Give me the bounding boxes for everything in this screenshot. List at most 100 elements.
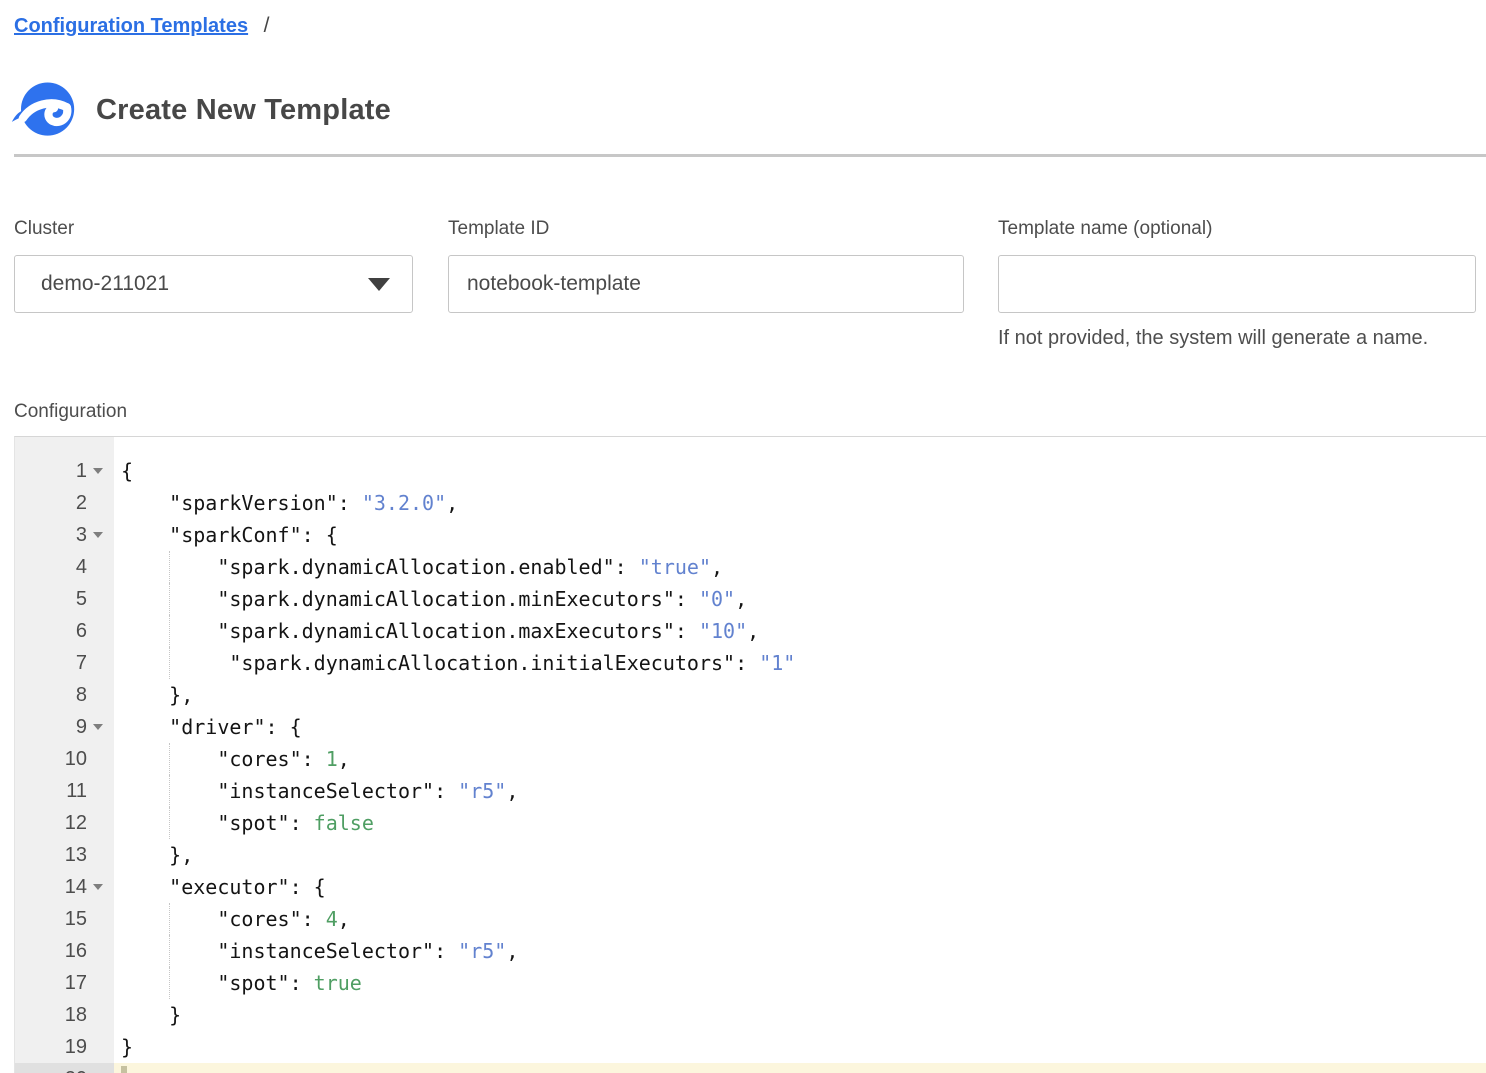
indent-guide xyxy=(169,743,170,775)
fold-arrow-icon[interactable] xyxy=(93,724,103,730)
code-token: "driver": { xyxy=(121,715,302,739)
fold-slot xyxy=(90,943,106,959)
text-cursor xyxy=(121,1066,127,1073)
line-number: 11 xyxy=(66,780,87,803)
fold-slot xyxy=(90,911,106,927)
gutter-line-number: 7 xyxy=(15,647,114,679)
gutter-line-number: 2 xyxy=(15,487,114,519)
code-line[interactable]: } xyxy=(114,999,1486,1031)
code-line[interactable] xyxy=(114,1063,1486,1073)
code-token: , xyxy=(338,747,350,771)
code-token: "sparkConf": { xyxy=(121,523,338,547)
code-token: "spark.dynamicAllocation.minExecutors": xyxy=(121,587,699,611)
indent-guide xyxy=(169,583,170,615)
code-token: }, xyxy=(121,843,193,867)
code-line[interactable]: }, xyxy=(114,839,1486,871)
code-line[interactable]: "spark.dynamicAllocation.minExecutors": … xyxy=(114,583,1486,615)
gutter-line-number: 6 xyxy=(15,615,114,647)
template-name-input[interactable] xyxy=(998,255,1476,313)
create-template-page: Configuration Templates / Create New Tem… xyxy=(0,0,1486,1073)
cluster-select[interactable]: demo-211021 xyxy=(14,255,413,313)
fold-arrow-icon[interactable] xyxy=(93,532,103,538)
json-code-editor[interactable]: 1234567891011121314151617181920 { "spark… xyxy=(14,436,1486,1073)
code-token: , xyxy=(446,491,458,515)
fold-slot xyxy=(90,623,106,639)
editor-gutter: 1234567891011121314151617181920 xyxy=(15,437,114,1073)
dropdown-arrow-icon xyxy=(368,278,390,291)
breadcrumb-link-configuration-templates[interactable]: Configuration Templates xyxy=(14,15,248,37)
code-line[interactable]: "cores": 1, xyxy=(114,743,1486,775)
code-line[interactable]: { xyxy=(114,455,1486,487)
code-line[interactable]: } xyxy=(114,1031,1486,1063)
indent-guide xyxy=(169,647,170,679)
line-number: 18 xyxy=(65,1004,87,1027)
code-line[interactable]: "spark.dynamicAllocation.initialExecutor… xyxy=(114,647,1486,679)
fold-slot xyxy=(90,1039,106,1055)
code-line[interactable]: "instanceSelector": "r5", xyxy=(114,935,1486,967)
gutter-line-number: 9 xyxy=(15,711,114,743)
editor-code-area[interactable]: { "sparkVersion": "3.2.0", "sparkConf": … xyxy=(114,437,1486,1073)
code-token: "spark.dynamicAllocation.maxExecutors": xyxy=(121,619,699,643)
gutter-line-number: 13 xyxy=(15,839,114,871)
gutter-line-number: 18 xyxy=(15,999,114,1031)
fold-arrow-icon[interactable] xyxy=(93,468,103,474)
gutter-line-number: 17 xyxy=(15,967,114,999)
fold-slot xyxy=(90,879,106,895)
code-line[interactable]: "spot": false xyxy=(114,807,1486,839)
page-title: Create New Template xyxy=(96,94,391,127)
fold-slot xyxy=(90,975,106,991)
code-token: "r5" xyxy=(458,939,506,963)
indent-guide xyxy=(169,775,170,807)
indent-guide xyxy=(169,935,170,967)
gutter-line-number: 10 xyxy=(15,743,114,775)
code-token: }, xyxy=(121,683,193,707)
gutter-line-number: 16 xyxy=(15,935,114,967)
fold-slot xyxy=(90,495,106,511)
code-token: true xyxy=(314,971,362,995)
code-token: "cores": xyxy=(121,747,326,771)
code-token: "3.2.0" xyxy=(362,491,446,515)
code-line[interactable]: "spark.dynamicAllocation.maxExecutors": … xyxy=(114,615,1486,647)
code-token: "instanceSelector": xyxy=(121,779,458,803)
code-line[interactable]: "sparkVersion": "3.2.0", xyxy=(114,487,1486,519)
code-line[interactable]: "cores": 4, xyxy=(114,903,1486,935)
code-token: "spot": xyxy=(121,971,314,995)
code-line[interactable]: "driver": { xyxy=(114,711,1486,743)
template-id-input[interactable] xyxy=(448,255,964,313)
cluster-field: Cluster demo-211021 xyxy=(14,218,413,313)
fold-arrow-icon[interactable] xyxy=(93,884,103,890)
code-token: "executor": { xyxy=(121,875,326,899)
code-token: "instanceSelector": xyxy=(121,939,458,963)
code-line[interactable]: "instanceSelector": "r5", xyxy=(114,775,1486,807)
code-token: { xyxy=(121,459,133,483)
gutter-line-number: 14 xyxy=(15,871,114,903)
code-token: "cores": xyxy=(121,907,326,931)
line-number: 17 xyxy=(65,972,87,995)
code-token: "spot": xyxy=(121,811,314,835)
code-token: , xyxy=(338,907,350,931)
line-number: 9 xyxy=(76,716,87,739)
fold-slot xyxy=(90,815,106,831)
code-token: "1" xyxy=(759,651,795,675)
fold-slot xyxy=(90,751,106,767)
line-number: 4 xyxy=(76,556,87,579)
line-number: 2 xyxy=(76,492,87,515)
code-line[interactable]: }, xyxy=(114,679,1486,711)
fold-slot xyxy=(90,655,106,671)
breadcrumb: Configuration Templates / xyxy=(14,14,270,38)
gutter-line-number: 15 xyxy=(15,903,114,935)
gutter-line-number: 8 xyxy=(15,679,114,711)
code-line[interactable]: "spot": true xyxy=(114,967,1486,999)
code-line[interactable]: "executor": { xyxy=(114,871,1486,903)
header-divider xyxy=(14,154,1486,157)
code-token: , xyxy=(506,939,518,963)
code-line[interactable]: "spark.dynamicAllocation.enabled": "true… xyxy=(114,551,1486,583)
fold-slot xyxy=(90,559,106,575)
line-number: 12 xyxy=(65,812,87,835)
code-line[interactable]: "sparkConf": { xyxy=(114,519,1486,551)
line-number: 20 xyxy=(65,1068,87,1073)
code-token: , xyxy=(506,779,518,803)
fold-slot xyxy=(90,591,106,607)
code-token: "spark.dynamicAllocation.enabled": xyxy=(121,555,639,579)
template-name-label: Template name (optional) xyxy=(998,218,1476,240)
